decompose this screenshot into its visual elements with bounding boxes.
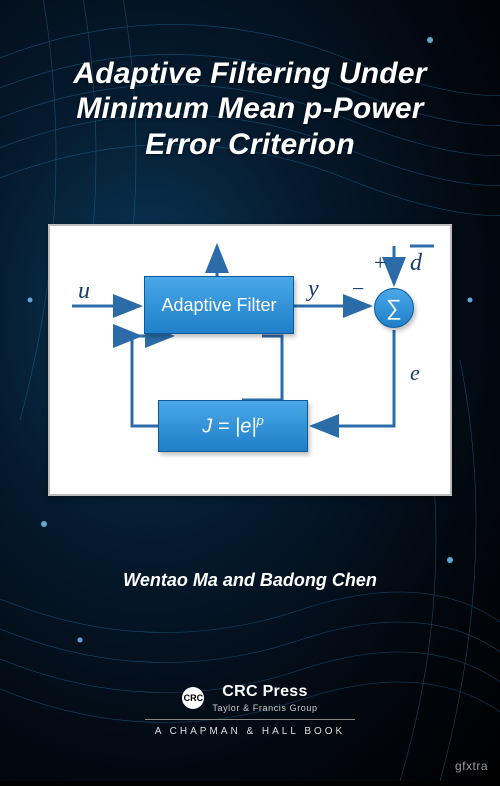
chapman-hall-label: A CHAPMAN & HALL BOOK <box>0 726 500 737</box>
taylor-francis-label: Taylor & Francis Group <box>212 703 317 713</box>
error-e-label: e <box>410 360 420 386</box>
cost-function-block: J = |e|p <box>158 400 308 452</box>
sigma-symbol: ∑ <box>386 295 402 321</box>
cost-exponent: p <box>257 413 264 428</box>
crc-row: CRC CRC Press Taylor & Francis Group <box>0 683 500 713</box>
diagram-canvas: u Adaptive Filter y − + d ∑ e J = |e|p <box>62 240 438 482</box>
cost-text: J = |e|p <box>202 413 264 439</box>
crc-logo-text: CRC <box>184 693 204 703</box>
cost-base: J = |e| <box>202 416 256 438</box>
book-title: Adaptive Filtering Under Minimum Mean p-… <box>0 56 500 162</box>
adaptive-filter-block: Adaptive Filter <box>144 276 294 334</box>
input-u-label: u <box>78 278 90 305</box>
summation-node: ∑ <box>374 288 414 328</box>
plus-label: + <box>374 250 386 276</box>
crc-text-block: CRC Press Taylor & Francis Group <box>212 683 317 713</box>
title-line-2: Minimum Mean p-Power <box>28 91 472 126</box>
publisher-block: CRC CRC Press Taylor & Francis Group A C… <box>0 683 500 737</box>
watermark: gfxtra <box>455 759 488 773</box>
title-line-1: Adaptive Filtering Under <box>28 56 472 91</box>
desired-d-label: d <box>410 250 422 277</box>
crc-press-label: CRC Press <box>212 683 317 701</box>
output-y-label: y <box>308 276 319 303</box>
book-cover: Adaptive Filtering Under Minimum Mean p-… <box>0 0 500 781</box>
minus-label: − <box>352 276 364 302</box>
title-line-3: Error Criterion <box>28 127 472 162</box>
authors: Wentao Ma and Badong Chen <box>0 570 500 591</box>
filter-block-text: Adaptive Filter <box>161 295 276 316</box>
crc-logo-icon: CRC <box>182 687 204 709</box>
block-diagram: u Adaptive Filter y − + d ∑ e J = |e|p <box>48 224 452 496</box>
publisher-divider <box>145 719 355 720</box>
